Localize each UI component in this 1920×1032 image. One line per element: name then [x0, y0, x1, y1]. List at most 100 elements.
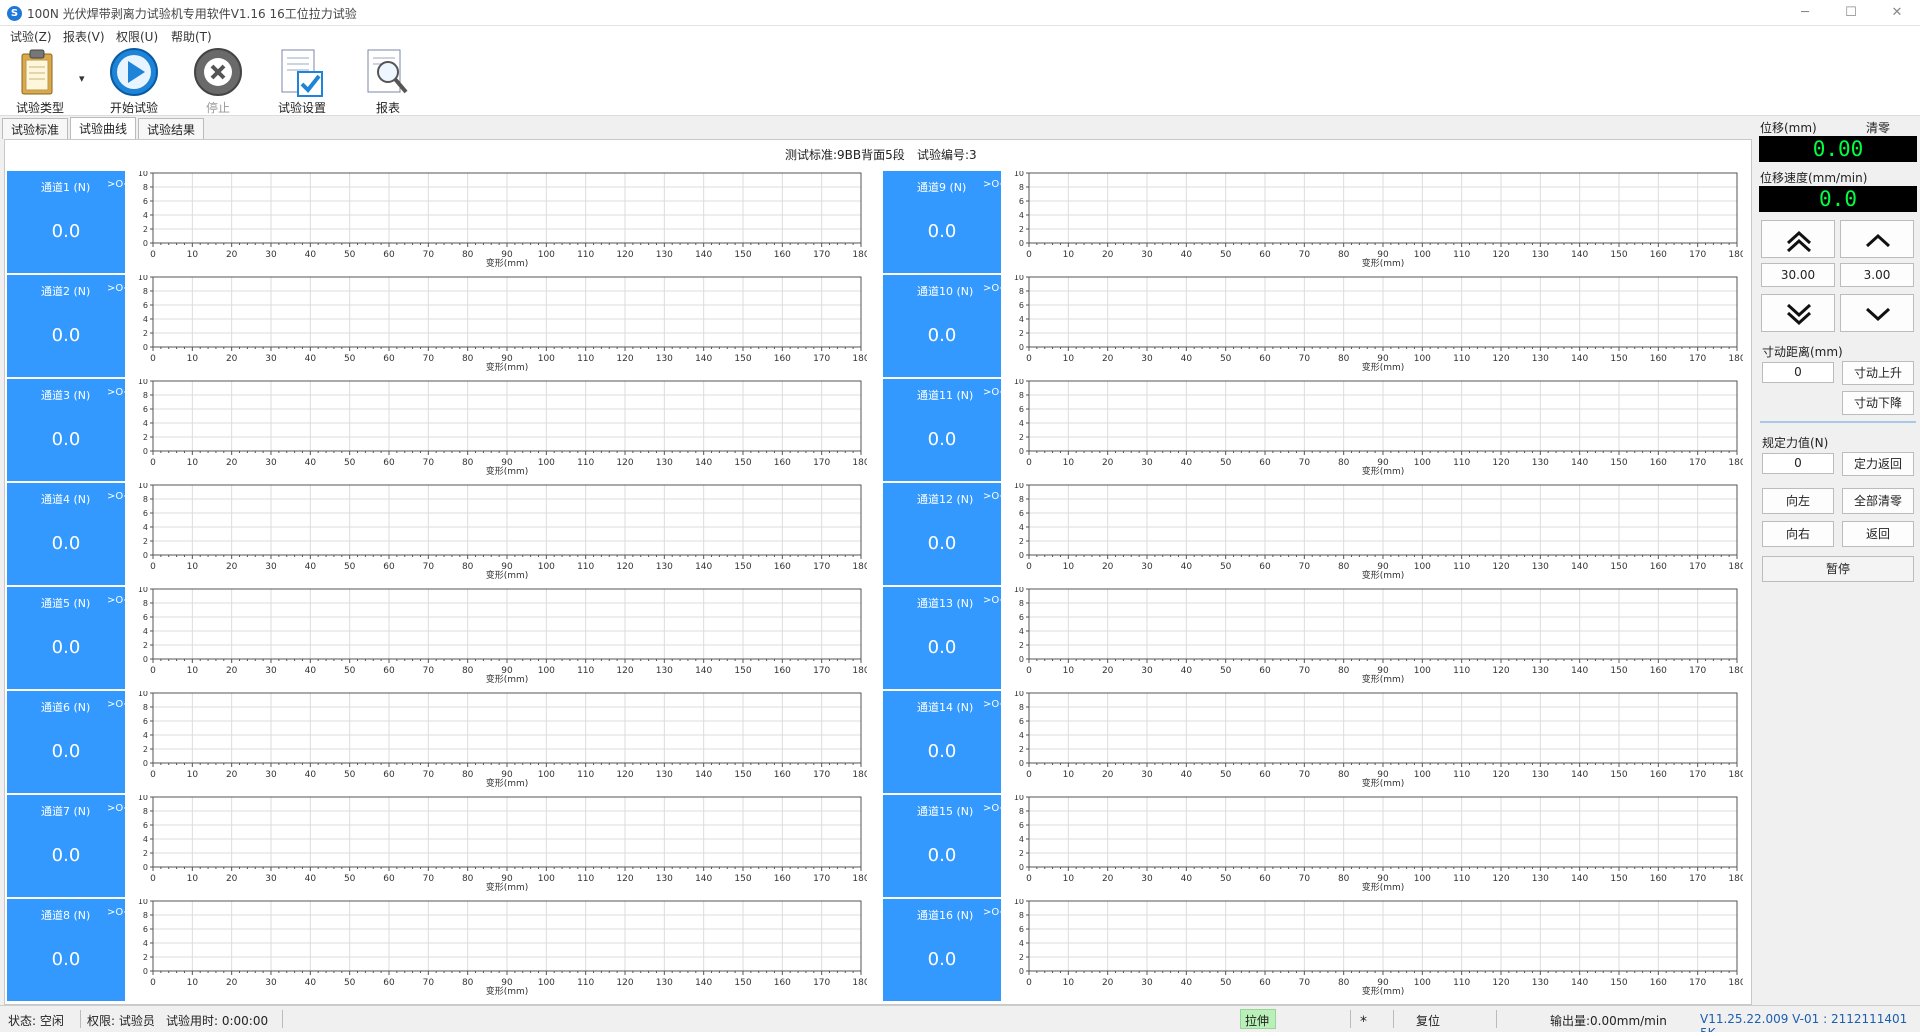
channel-force-value: 0.0 [51, 741, 81, 762]
force-return-button[interactable]: 定力返回 [1842, 452, 1914, 476]
x-tick-label: 170 [1689, 562, 1706, 572]
channel-chart: 0 10 20 30 40 50 60 70 80 90 100 110 120 130 140 150 160… [1014, 171, 1743, 269]
channel-value-box: 通道16 (N) >O< 0.0 [883, 899, 1008, 1001]
test-type-button[interactable]: 试验类型 [4, 46, 76, 116]
x-tick-label: 100 [538, 770, 555, 780]
test-type-dropdown-arrow[interactable]: ▾ [79, 72, 85, 85]
tab-test-result[interactable]: 试验结果 [138, 118, 205, 139]
slow-speed-input[interactable]: 3.00 [1840, 263, 1914, 287]
fast-up-button[interactable] [1761, 220, 1835, 258]
x-tick-label: 0 [150, 354, 156, 364]
y-tick-label: 10 [1014, 275, 1024, 282]
fast-down-button[interactable] [1761, 294, 1835, 332]
move-left-button[interactable]: 向左 [1762, 488, 1834, 514]
x-tick-label: 30 [265, 666, 277, 676]
x-tick-label: 130 [656, 666, 673, 676]
channel-chart: 0 10 20 30 40 50 60 70 80 90 100 110 120 130 140 150 160… [138, 171, 867, 269]
x-tick-label: 40 [305, 874, 317, 884]
clear-displacement-button[interactable]: 清零 [1866, 119, 1890, 136]
return-button[interactable]: 返回 [1842, 521, 1914, 547]
y-tick-label: 8 [1019, 183, 1024, 192]
jog-distance-input[interactable]: 0 [1762, 362, 1834, 383]
x-tick-label: 30 [1141, 874, 1153, 884]
x-tick-label: 100 [538, 354, 555, 364]
x-tick-label: 170 [813, 458, 830, 468]
x-tick-label: 40 [1181, 874, 1193, 884]
y-tick-label: 4 [1019, 523, 1024, 532]
x-tick-label: 50 [344, 458, 356, 468]
y-tick-label: 4 [143, 627, 148, 636]
y-tick-label: 6 [143, 509, 148, 518]
slow-up-button[interactable] [1840, 220, 1914, 258]
x-tick-label: 30 [1141, 978, 1153, 988]
channel-chart: 0 10 20 30 40 50 60 70 80 90 100 110 120 130 140 150 160… [1014, 483, 1743, 581]
x-tick-label: 60 [383, 562, 395, 572]
x-tick-label: 110 [1453, 562, 1470, 572]
x-tick-label: 110 [1453, 874, 1470, 884]
status-separator [282, 1010, 283, 1028]
tab-test-standard[interactable]: 试验标准 [2, 118, 69, 139]
x-tick-label: 70 [423, 458, 435, 468]
channel-label: 通道8 (N) [41, 909, 91, 922]
x-tick-label: 150 [1610, 770, 1627, 780]
test-settings-button[interactable]: 试验设置 [266, 46, 338, 116]
x-tick-label: 130 [1532, 978, 1549, 988]
maximize-button[interactable]: ☐ [1828, 0, 1874, 26]
minimize-button[interactable]: ─ [1782, 0, 1828, 26]
move-right-button[interactable]: 向右 [1762, 521, 1834, 547]
menu-report[interactable]: 报表(V) [63, 28, 105, 45]
x-tick-label: 50 [1220, 770, 1232, 780]
x-tick-label: 150 [1610, 562, 1627, 572]
menu-permission[interactable]: 权限(U) [116, 28, 158, 45]
x-tick-label: 50 [1220, 874, 1232, 884]
test-settings-label: 试验设置 [277, 101, 326, 115]
x-tick-label: 170 [1689, 978, 1706, 988]
x-tick-label: 130 [1532, 354, 1549, 364]
x-tick-label: 160 [774, 666, 791, 676]
channel-panel: 通道11 (N) >O< 0.0 0 10 20 30 40 50 60 70 80 90 100 110 1… [881, 379, 1759, 481]
jog-up-button[interactable]: 寸动上升 [1842, 361, 1914, 385]
y-tick-label: 10 [1014, 691, 1024, 698]
x-tick-label: 180 [1728, 250, 1743, 260]
close-button[interactable]: ✕ [1874, 0, 1920, 26]
x-axis-label: 变形(mm) [486, 465, 529, 477]
channel-chart: 0 10 20 30 40 50 60 70 80 90 100 110 120 130 140 150 160… [138, 379, 867, 477]
status-elapsed: 试验用时: 0:00:00 [166, 1014, 269, 1028]
slow-down-button[interactable] [1840, 294, 1914, 332]
y-tick-label: 8 [1019, 287, 1024, 296]
x-tick-label: 40 [305, 458, 317, 468]
fast-speed-input[interactable]: 30.00 [1761, 263, 1835, 287]
x-tick-label: 110 [577, 250, 594, 260]
x-tick-label: 130 [656, 978, 673, 988]
x-tick-label: 120 [616, 770, 633, 780]
displacement-display: 0.00 [1759, 136, 1917, 162]
start-test-label: 开始试验 [109, 101, 158, 115]
channel-chart: 0 10 20 30 40 50 60 70 80 90 100 110 120 130 140 150 160… [138, 587, 867, 685]
y-tick-label: 0 [1019, 967, 1024, 976]
x-tick-label: 120 [616, 250, 633, 260]
x-tick-label: 80 [462, 874, 474, 884]
x-tick-label: 150 [734, 770, 751, 780]
x-tick-label: 20 [226, 666, 238, 676]
clear-all-button[interactable]: 全部清零 [1842, 488, 1914, 514]
channel-panel: 通道7 (N) >O< 0.0 0 10 20 30 40 50 60 70 80 90 100 110 12… [5, 795, 883, 897]
menu-help[interactable]: 帮助(T) [171, 28, 212, 45]
x-tick-label: 40 [305, 666, 317, 676]
x-tick-label: 60 [383, 666, 395, 676]
force-input[interactable]: 0 [1762, 453, 1834, 474]
y-tick-label: 4 [143, 731, 148, 740]
tab-test-curve[interactable]: 试验曲线 [70, 117, 137, 139]
status-separator [1393, 1010, 1394, 1028]
pause-button[interactable]: 暂停 [1762, 556, 1914, 582]
jog-down-button[interactable]: 寸动下降 [1842, 391, 1914, 415]
y-tick-label: 2 [1019, 641, 1024, 650]
stop-button[interactable]: 停止 [182, 46, 254, 116]
report-button[interactable]: 报表 [352, 46, 424, 116]
test-number-text: 试验编号:3 [917, 148, 977, 162]
menu-test[interactable]: 试验(Z) [10, 28, 52, 45]
y-tick-label: 0 [143, 759, 148, 768]
x-tick-label: 100 [1414, 770, 1431, 780]
x-tick-label: 80 [1338, 874, 1350, 884]
start-test-button[interactable]: 开始试验 [98, 46, 170, 116]
stop-icon [194, 48, 242, 96]
